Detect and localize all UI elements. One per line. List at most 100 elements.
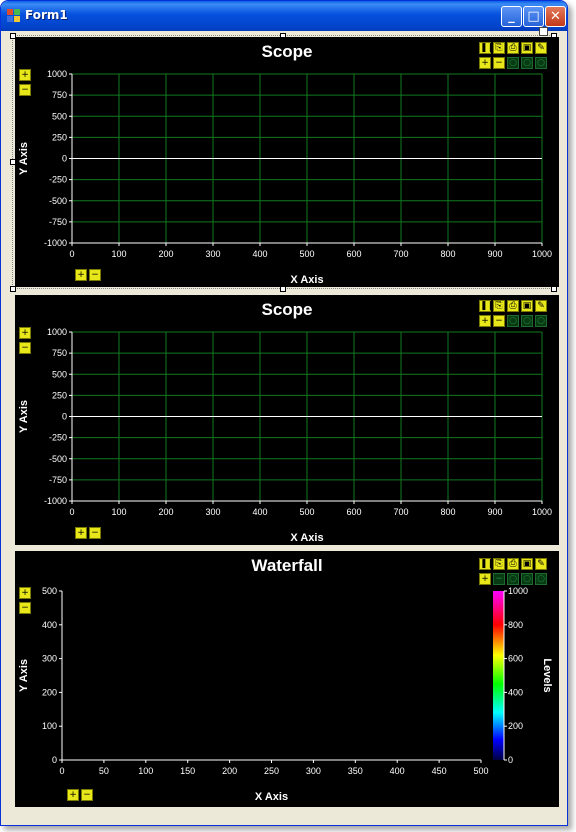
zoom-out-button[interactable]: − [19, 84, 31, 96]
scope-panel-1[interactable]: Scope 0 100 200 300 400 500 600 700 800 900 1000 10… [15, 37, 559, 287]
x-tick-label: 350 [348, 766, 363, 776]
zoom-button[interactable]: ○ [535, 57, 547, 69]
x-tick-label: 600 [346, 507, 361, 517]
close-button[interactable]: ✕ [545, 6, 566, 27]
copy-button[interactable]: ⎘ [493, 558, 505, 570]
x-tick-label: 0 [59, 766, 64, 776]
print-button[interactable]: ⎙ [507, 300, 519, 312]
y-tick-label: -750 [49, 475, 67, 485]
zoom-in-button[interactable]: + [19, 69, 31, 81]
zoom-out-button[interactable]: − [493, 573, 505, 585]
settings-button[interactable]: ✎ [535, 558, 547, 570]
y-tick-label: 0 [62, 412, 67, 422]
zoom-out-button[interactable]: − [89, 269, 101, 281]
copy-button[interactable]: ⎘ [493, 42, 505, 54]
close-icon: ✕ [550, 9, 561, 24]
zoom-in-button[interactable]: + [75, 269, 87, 281]
x-tick-label: 400 [252, 249, 267, 259]
print-button[interactable]: ⎙ [507, 558, 519, 570]
x-axis-title: X Axis [290, 274, 323, 286]
x-tick-label: 500 [299, 249, 314, 259]
x-tick-label: 700 [393, 507, 408, 517]
minimize-button[interactable]: _ [501, 6, 522, 27]
pause-button[interactable]: ❚❚ [479, 42, 495, 54]
zoom-out-button[interactable]: − [89, 527, 101, 539]
x-tick-label: 500 [299, 507, 314, 517]
zoom-in-icon: + [481, 316, 489, 326]
form-client-area: Scope 0 100 200 300 400 500 600 700 800 900 1000 10… [5, 27, 563, 823]
settings-button[interactable]: ✎ [535, 42, 547, 54]
zoom-in-button[interactable]: + [19, 327, 31, 339]
y-tick-label: -500 [49, 454, 67, 464]
x-tick-label: 800 [440, 249, 455, 259]
zoom-in-button[interactable]: + [479, 573, 491, 585]
y-tick-label: -250 [49, 175, 67, 185]
zoom-button[interactable]: ○ [507, 573, 519, 585]
x-tick-label: 100 [111, 249, 126, 259]
settings-icon: ✎ [537, 301, 545, 311]
zoom-button[interactable]: ○ [521, 57, 533, 69]
waterfall-panel[interactable]: Waterfall 0 50 100 150 200 250 300 350 400 450 500… [15, 551, 559, 807]
zoom-in-button[interactable]: + [67, 789, 79, 801]
zoom-out-icon: − [21, 343, 29, 353]
x-tick-label: 300 [205, 249, 220, 259]
zoom-out-icon: − [495, 574, 503, 584]
copy-button[interactable]: ⎘ [493, 300, 505, 312]
zoom-in-button[interactable]: + [479, 315, 491, 327]
pause-button[interactable]: ❚❚ [479, 300, 495, 312]
zoom-button[interactable]: ○ [521, 573, 533, 585]
zoom-out-button[interactable]: − [493, 57, 505, 69]
zoom-button[interactable]: ○ [507, 57, 519, 69]
title-bar[interactable]: Form1 _ □ ✕ [1, 1, 567, 31]
save-icon: ▣ [522, 559, 532, 569]
zoom-in-icon: + [69, 790, 77, 800]
x-tick-label: 100 [138, 766, 153, 776]
save-icon: ▣ [522, 43, 532, 53]
zoom-in-button[interactable]: + [479, 57, 491, 69]
pause-button[interactable]: ❚❚ [479, 558, 495, 570]
y-tick-label: 500 [42, 586, 57, 596]
form1-window: Form1 _ □ ✕ Scope 0 100 200 300 400 500 600 700… [0, 0, 568, 826]
x-tick-label: 400 [252, 507, 267, 517]
x-tick-label: 300 [306, 766, 321, 776]
x-tick-label: 0 [69, 507, 74, 517]
zoom-out-button[interactable]: − [19, 602, 31, 614]
zoom-button[interactable]: ○ [507, 315, 519, 327]
zoom-button[interactable]: ○ [535, 315, 547, 327]
zoom-out-button[interactable]: − [19, 342, 31, 354]
copy-icon: ⎘ [495, 301, 503, 311]
smart-tag-glyph[interactable] [539, 27, 548, 36]
zoom-in-button[interactable]: + [75, 527, 87, 539]
copy-icon: ⎘ [495, 559, 503, 569]
zoom-button[interactable]: ○ [535, 573, 547, 585]
level-tick-label: 400 [508, 687, 523, 697]
x-tick-label: 1000 [532, 249, 552, 259]
save-button[interactable]: ▣ [521, 300, 533, 312]
zoom-icon: ○ [509, 316, 517, 326]
print-button[interactable]: ⎙ [507, 42, 519, 54]
maximize-button[interactable]: □ [523, 6, 544, 27]
x-tick-label: 0 [69, 249, 74, 259]
save-button[interactable]: ▣ [521, 42, 533, 54]
x-tick-label: 600 [346, 249, 361, 259]
settings-button[interactable]: ✎ [535, 300, 547, 312]
zoom-icon: ○ [537, 58, 545, 68]
x-tick-label: 150 [180, 766, 195, 776]
x-tick-label: 250 [264, 766, 279, 776]
zoom-out-button[interactable]: − [81, 789, 93, 801]
y-tick-label: 250 [52, 132, 67, 142]
x-tick-label: 50 [99, 766, 109, 776]
x-tick-label: 900 [487, 249, 502, 259]
zoom-out-button[interactable]: − [493, 315, 505, 327]
zoom-in-button[interactable]: + [19, 587, 31, 599]
y-axis-title: Y Axis [18, 400, 30, 433]
scope-panel-2[interactable]: Scope 0 100 200 300 400 500 600 700 800 900 1000 10… [15, 295, 559, 545]
zoom-button[interactable]: ○ [521, 315, 533, 327]
level-tick-label: 1000 [508, 586, 528, 596]
zoom-icon: ○ [523, 58, 531, 68]
save-button[interactable]: ▣ [521, 558, 533, 570]
zoom-icon: ○ [537, 574, 545, 584]
zoom-in-icon: + [21, 70, 29, 80]
zoom-out-icon: − [91, 270, 99, 280]
y-tick-label: 1000 [47, 69, 67, 79]
